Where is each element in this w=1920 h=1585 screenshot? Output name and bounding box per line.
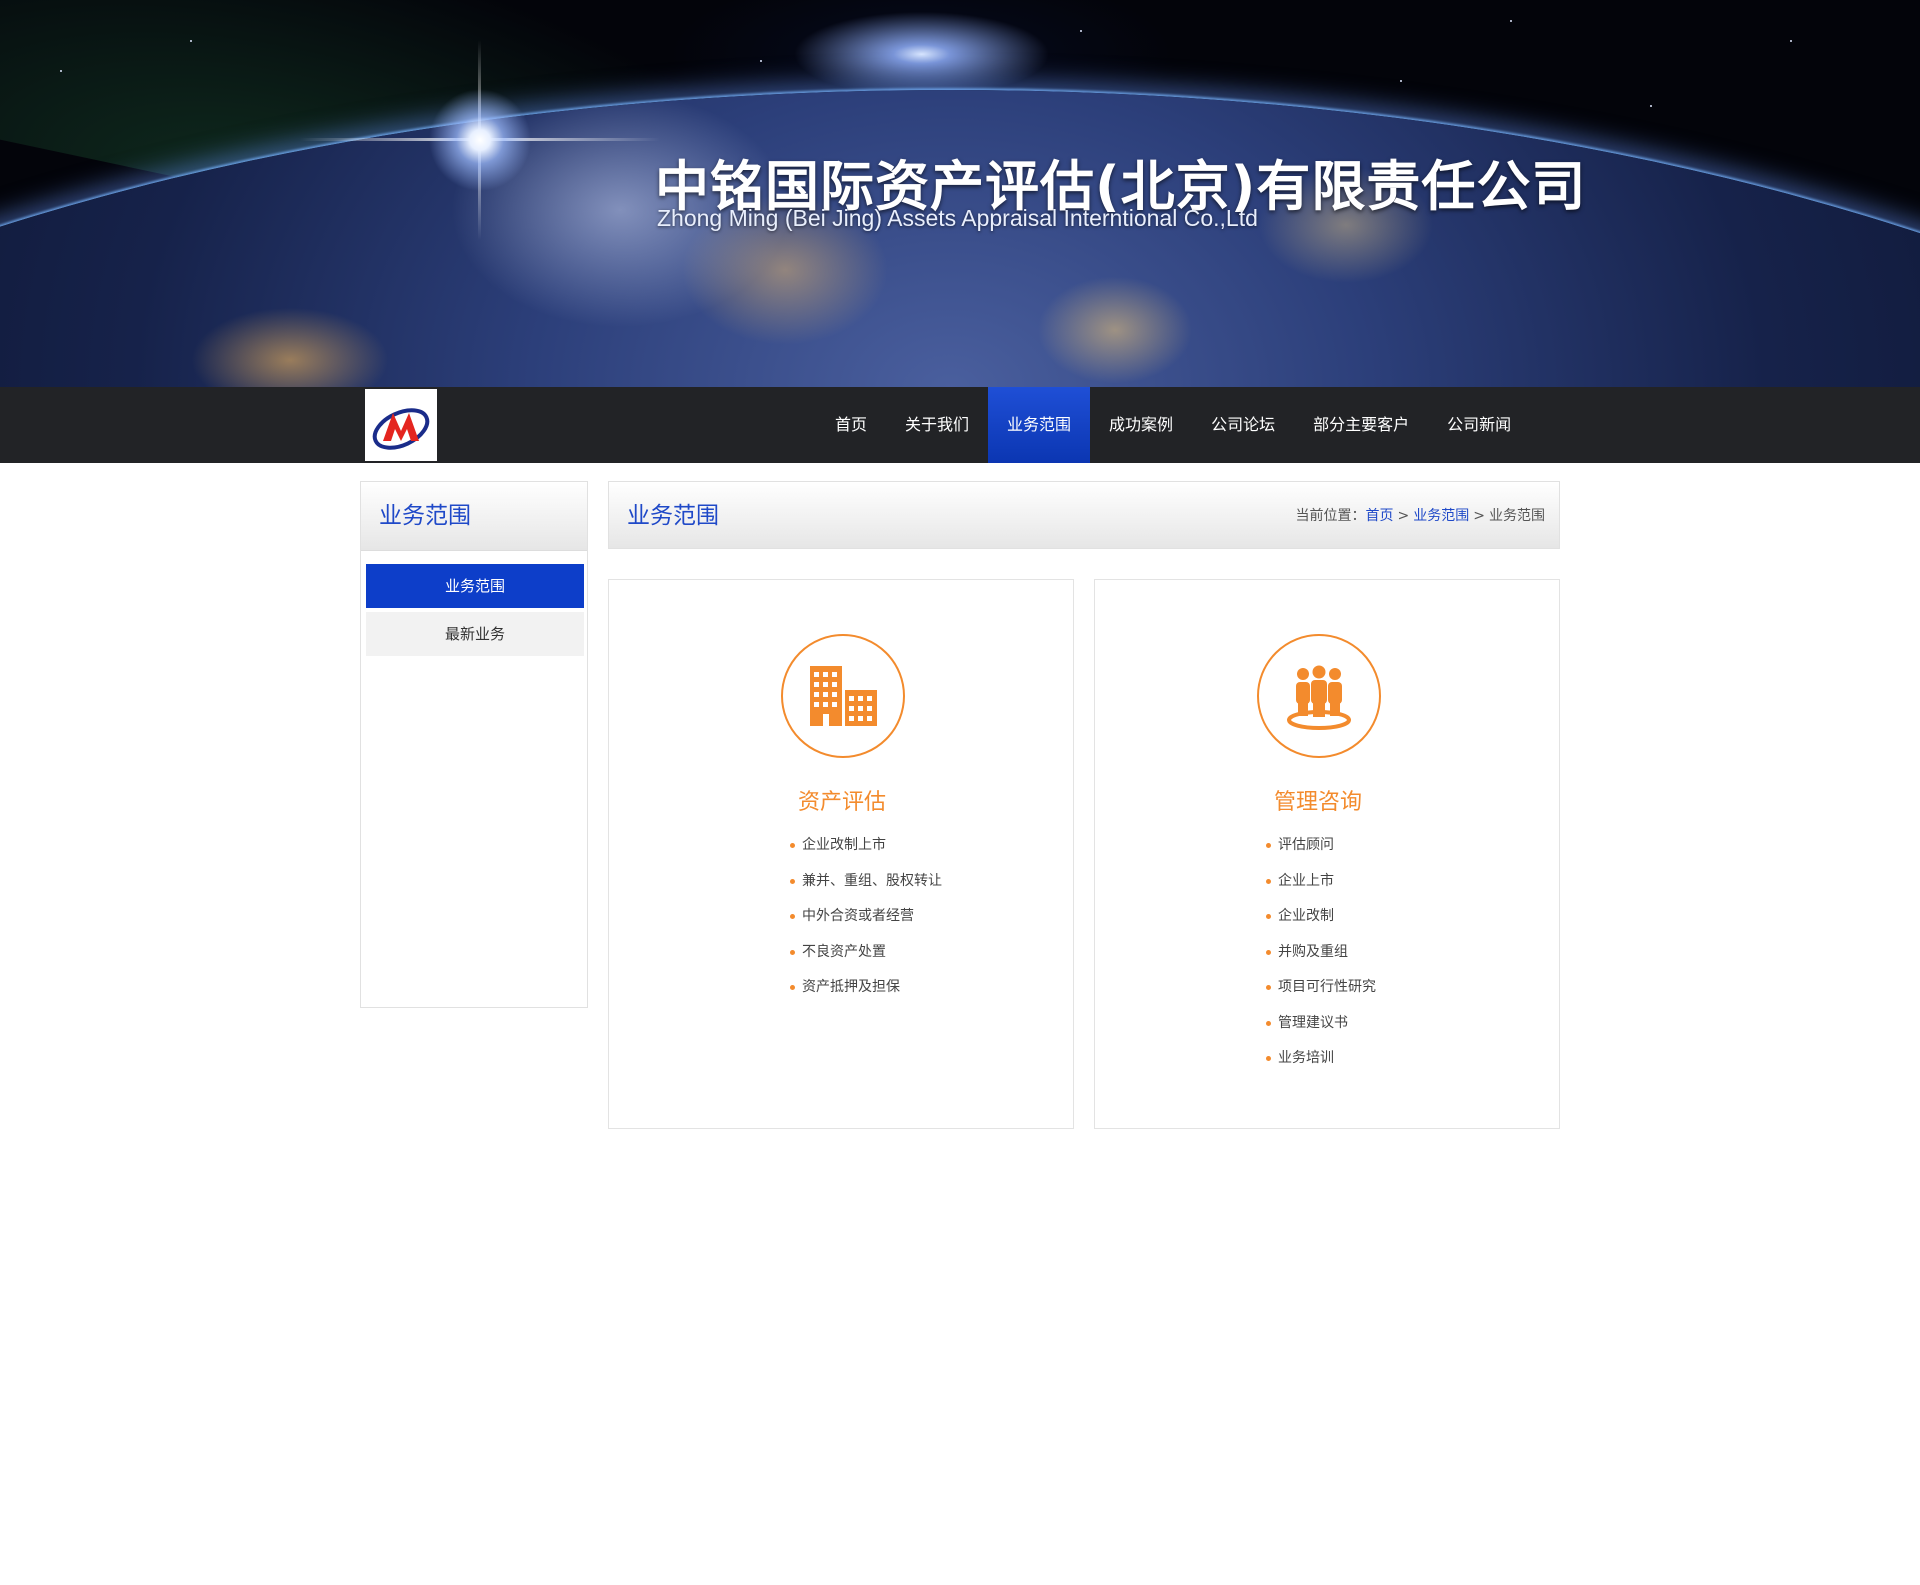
list-item: 资产抵押及担保: [790, 976, 942, 1012]
main-nav: 首页 关于我们 业务范围 成功案例 公司论坛 部分主要客户 公司新闻: [816, 387, 1530, 463]
star: [1510, 20, 1512, 22]
list-item: 项目可行性研究: [1266, 976, 1376, 1012]
team-icon: [1257, 634, 1381, 758]
star: [60, 70, 62, 72]
breadcrumb: 当前位置：首页 > 业务范围 > 业务范围: [1296, 482, 1545, 550]
page-title: 业务范围: [627, 503, 719, 529]
company-logo[interactable]: [365, 389, 437, 461]
company-name-en: Zhong Ming (Bei Jing) Assets Appraisal I…: [657, 205, 1258, 231]
sidebar-item-business-scope[interactable]: 业务范围: [366, 564, 584, 608]
star: [1400, 80, 1402, 82]
list-item: 管理建议书: [1266, 1012, 1376, 1048]
service-card-asset-appraisal: 资产评估 企业改制上市 兼并、重组、股权转让 中外合资或者经营 不良资产处置 资…: [608, 579, 1074, 1129]
breadcrumb-home-link[interactable]: 首页: [1366, 508, 1394, 524]
star: [1650, 105, 1652, 107]
list-item: 企业改制上市: [790, 834, 942, 870]
list-item: 业务培训: [1266, 1047, 1376, 1083]
nav-item-business-scope[interactable]: 业务范围: [988, 387, 1091, 463]
building-icon: [781, 634, 905, 758]
sidebar-title: 业务范围: [361, 482, 587, 551]
breadcrumb-separator-icon: >: [1397, 508, 1410, 524]
card-title: 资产评估: [797, 790, 886, 815]
list-item: 并购及重组: [1266, 941, 1376, 977]
breadcrumb-business-link[interactable]: 业务范围: [1413, 508, 1469, 524]
list-item: 企业上市: [1266, 870, 1376, 906]
star: [1080, 30, 1082, 32]
content-header: 业务范围 当前位置：首页 > 业务范围 > 业务范围: [608, 481, 1560, 549]
nav-item-forum[interactable]: 公司论坛: [1192, 387, 1294, 463]
nav-item-news[interactable]: 公司新闻: [1428, 387, 1530, 463]
service-card-management-consulting: 管理咨询 评估顾问 企业上市 企业改制 并购及重组 项目可行性研究 管理建议书 …: [1094, 579, 1560, 1129]
logo-icon: [372, 408, 430, 450]
breadcrumb-separator-icon: >: [1473, 508, 1485, 524]
star: [1790, 40, 1792, 42]
card-title: 管理咨询: [1273, 790, 1362, 815]
nav-item-cases[interactable]: 成功案例: [1090, 387, 1192, 463]
sidebar-item-latest-business[interactable]: 最新业务: [366, 612, 584, 656]
list-item: 不良资产处置: [790, 941, 942, 977]
sun-flare: [420, 80, 540, 200]
nav-item-home[interactable]: 首页: [816, 387, 886, 463]
nav-item-clients[interactable]: 部分主要客户: [1294, 387, 1428, 463]
nav-item-about[interactable]: 关于我们: [886, 387, 988, 463]
service-list: 评估顾问 企业上市 企业改制 并购及重组 项目可行性研究 管理建议书 业务培训: [1266, 834, 1376, 1083]
breadcrumb-current: 业务范围: [1489, 508, 1545, 524]
list-item: 评估顾问: [1266, 834, 1376, 870]
star: [190, 40, 192, 42]
list-item: 兼并、重组、股权转让: [790, 870, 942, 906]
list-item: 中外合资或者经营: [790, 905, 942, 941]
star: [760, 60, 762, 62]
list-item: 企业改制: [1266, 905, 1376, 941]
service-list: 企业改制上市 兼并、重组、股权转让 中外合资或者经营 不良资产处置 资产抵押及担…: [790, 834, 942, 1012]
sidebar: 业务范围 业务范围 最新业务: [360, 481, 588, 1008]
breadcrumb-prefix: 当前位置：: [1295, 508, 1366, 524]
header-banner: 中铭国际资产评估(北京)有限责任公司 Zhong Ming (Bei Jing)…: [0, 0, 1920, 387]
